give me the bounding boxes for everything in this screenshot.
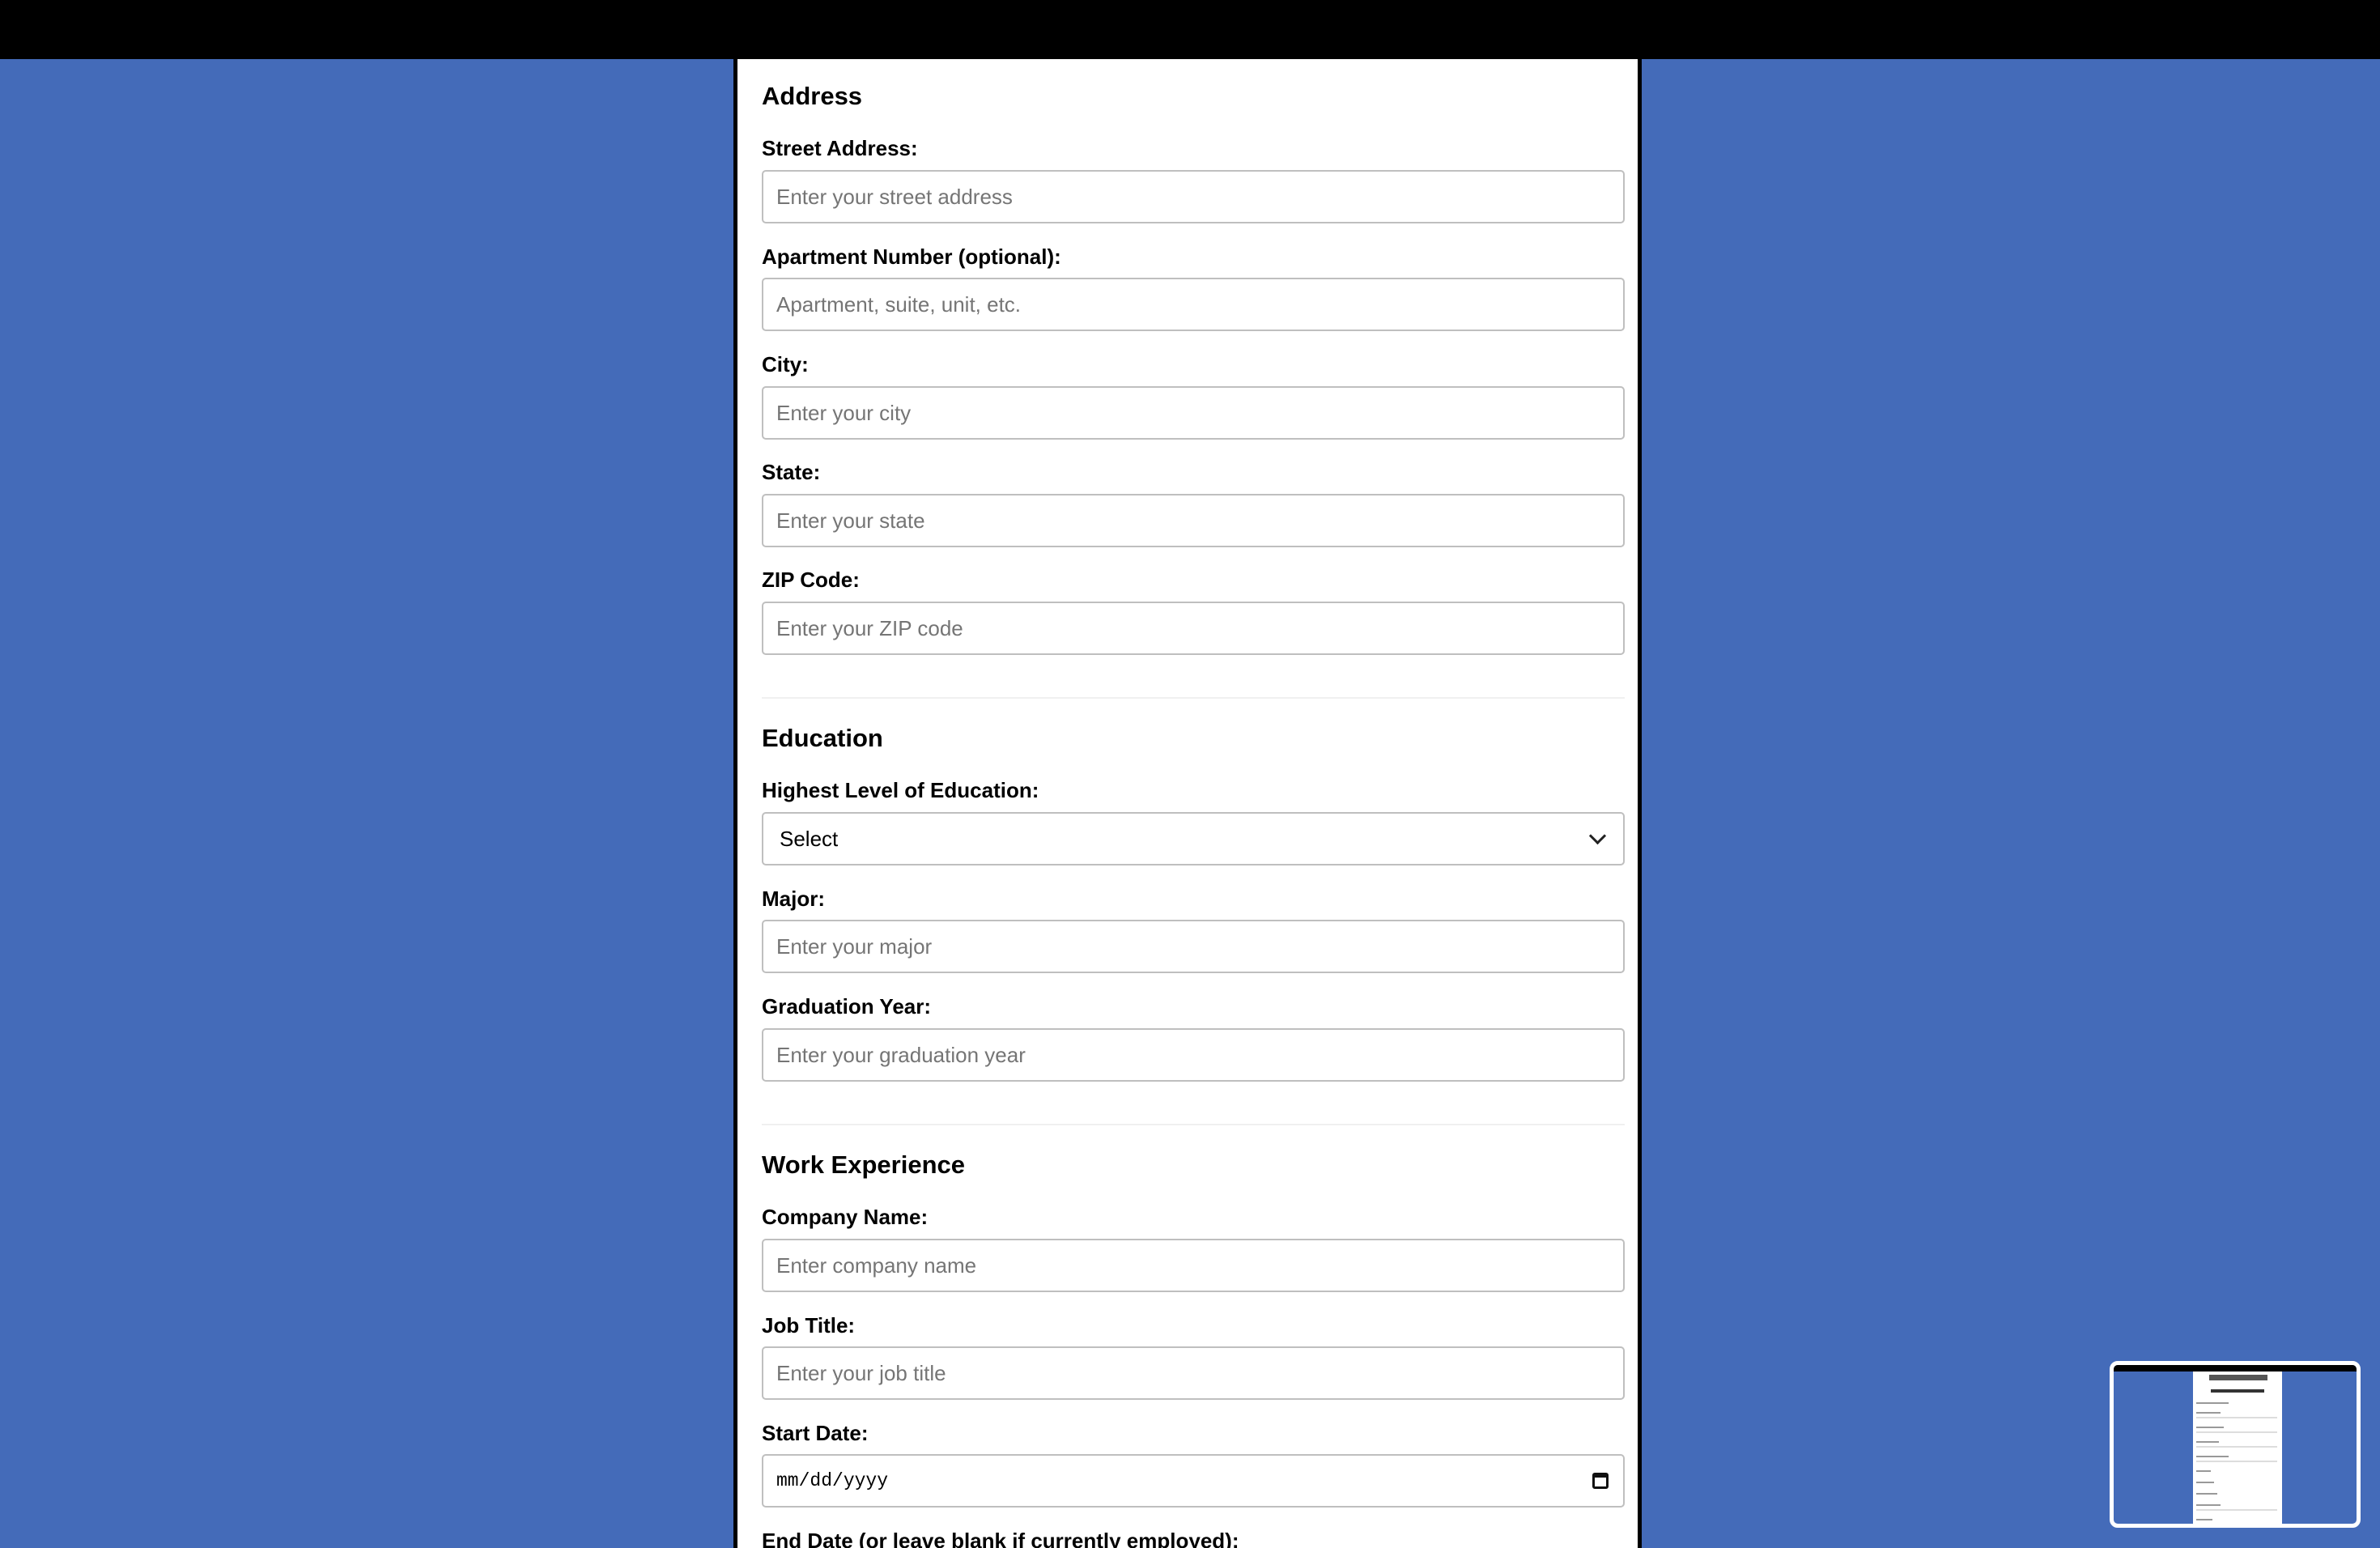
- job-title-input[interactable]: [762, 1346, 1625, 1400]
- preview-line: [2196, 1509, 2277, 1511]
- preview-line: [2196, 1446, 2277, 1448]
- section-title-education: Education: [762, 724, 883, 752]
- end-date-label: End Date (or leave blank if currently em…: [762, 1529, 1239, 1548]
- preview-line: [2196, 1456, 2229, 1457]
- preview-title: [2211, 1389, 2264, 1393]
- graduation-year-label: Graduation Year:: [762, 994, 932, 1019]
- preview-line: [2196, 1482, 2214, 1483]
- preview-line: [2196, 1417, 2277, 1418]
- start-date-value: mm/dd/yyyy: [776, 1470, 889, 1491]
- calendar-icon[interactable]: [1592, 1473, 1609, 1489]
- company-name-input[interactable]: [762, 1239, 1625, 1292]
- chevron-down-icon: [1588, 827, 1607, 844]
- top-bar: [0, 0, 2380, 59]
- zip-code-input[interactable]: [762, 602, 1625, 655]
- start-date-input[interactable]: mm/dd/yyyy: [762, 1454, 1625, 1508]
- section-title-work-experience: Work Experience: [762, 1150, 965, 1179]
- company-name-label: Company Name:: [762, 1205, 929, 1229]
- preview-line: [2196, 1441, 2219, 1443]
- preview-line: [2196, 1504, 2221, 1506]
- zip-code-label: ZIP Code:: [762, 568, 860, 592]
- apartment-number-label: Apartment Number (optional):: [762, 245, 1061, 269]
- section-title-address: Address: [762, 82, 863, 110]
- preview-line: [2196, 1402, 2229, 1404]
- start-date-label: Start Date:: [762, 1421, 869, 1445]
- preview-line: [2196, 1470, 2211, 1472]
- preview-line: [2196, 1493, 2217, 1495]
- major-label: Major:: [762, 887, 825, 911]
- apartment-number-input[interactable]: [762, 278, 1625, 331]
- street-address-input[interactable]: [762, 170, 1625, 223]
- state-input[interactable]: [762, 494, 1625, 547]
- application-form: Address Street Address: Apartment Number…: [733, 59, 1642, 1548]
- city-input[interactable]: [762, 386, 1625, 440]
- education-level-select[interactable]: Select: [762, 812, 1625, 865]
- state-label: State:: [762, 460, 821, 484]
- major-input[interactable]: [762, 920, 1625, 973]
- education-level-label: Highest Level of Education:: [762, 778, 1039, 802]
- preview-header: [2209, 1375, 2267, 1380]
- preview-line: [2196, 1519, 2212, 1520]
- preview-line: [2196, 1427, 2224, 1428]
- street-address-label: Street Address:: [762, 136, 918, 160]
- section-divider: [762, 697, 1625, 699]
- page-preview-thumbnail[interactable]: [2110, 1361, 2361, 1528]
- job-title-label: Job Title:: [762, 1313, 856, 1337]
- education-level-selected: Select: [780, 826, 839, 851]
- preview-line: [2196, 1412, 2221, 1414]
- city-label: City:: [762, 352, 809, 376]
- preview-line: [2196, 1461, 2277, 1462]
- preview-topbar: [2114, 1365, 2357, 1372]
- preview-page: [2193, 1372, 2282, 1524]
- section-divider: [762, 1124, 1625, 1125]
- graduation-year-input[interactable]: [762, 1028, 1625, 1082]
- preview-line: [2196, 1431, 2277, 1433]
